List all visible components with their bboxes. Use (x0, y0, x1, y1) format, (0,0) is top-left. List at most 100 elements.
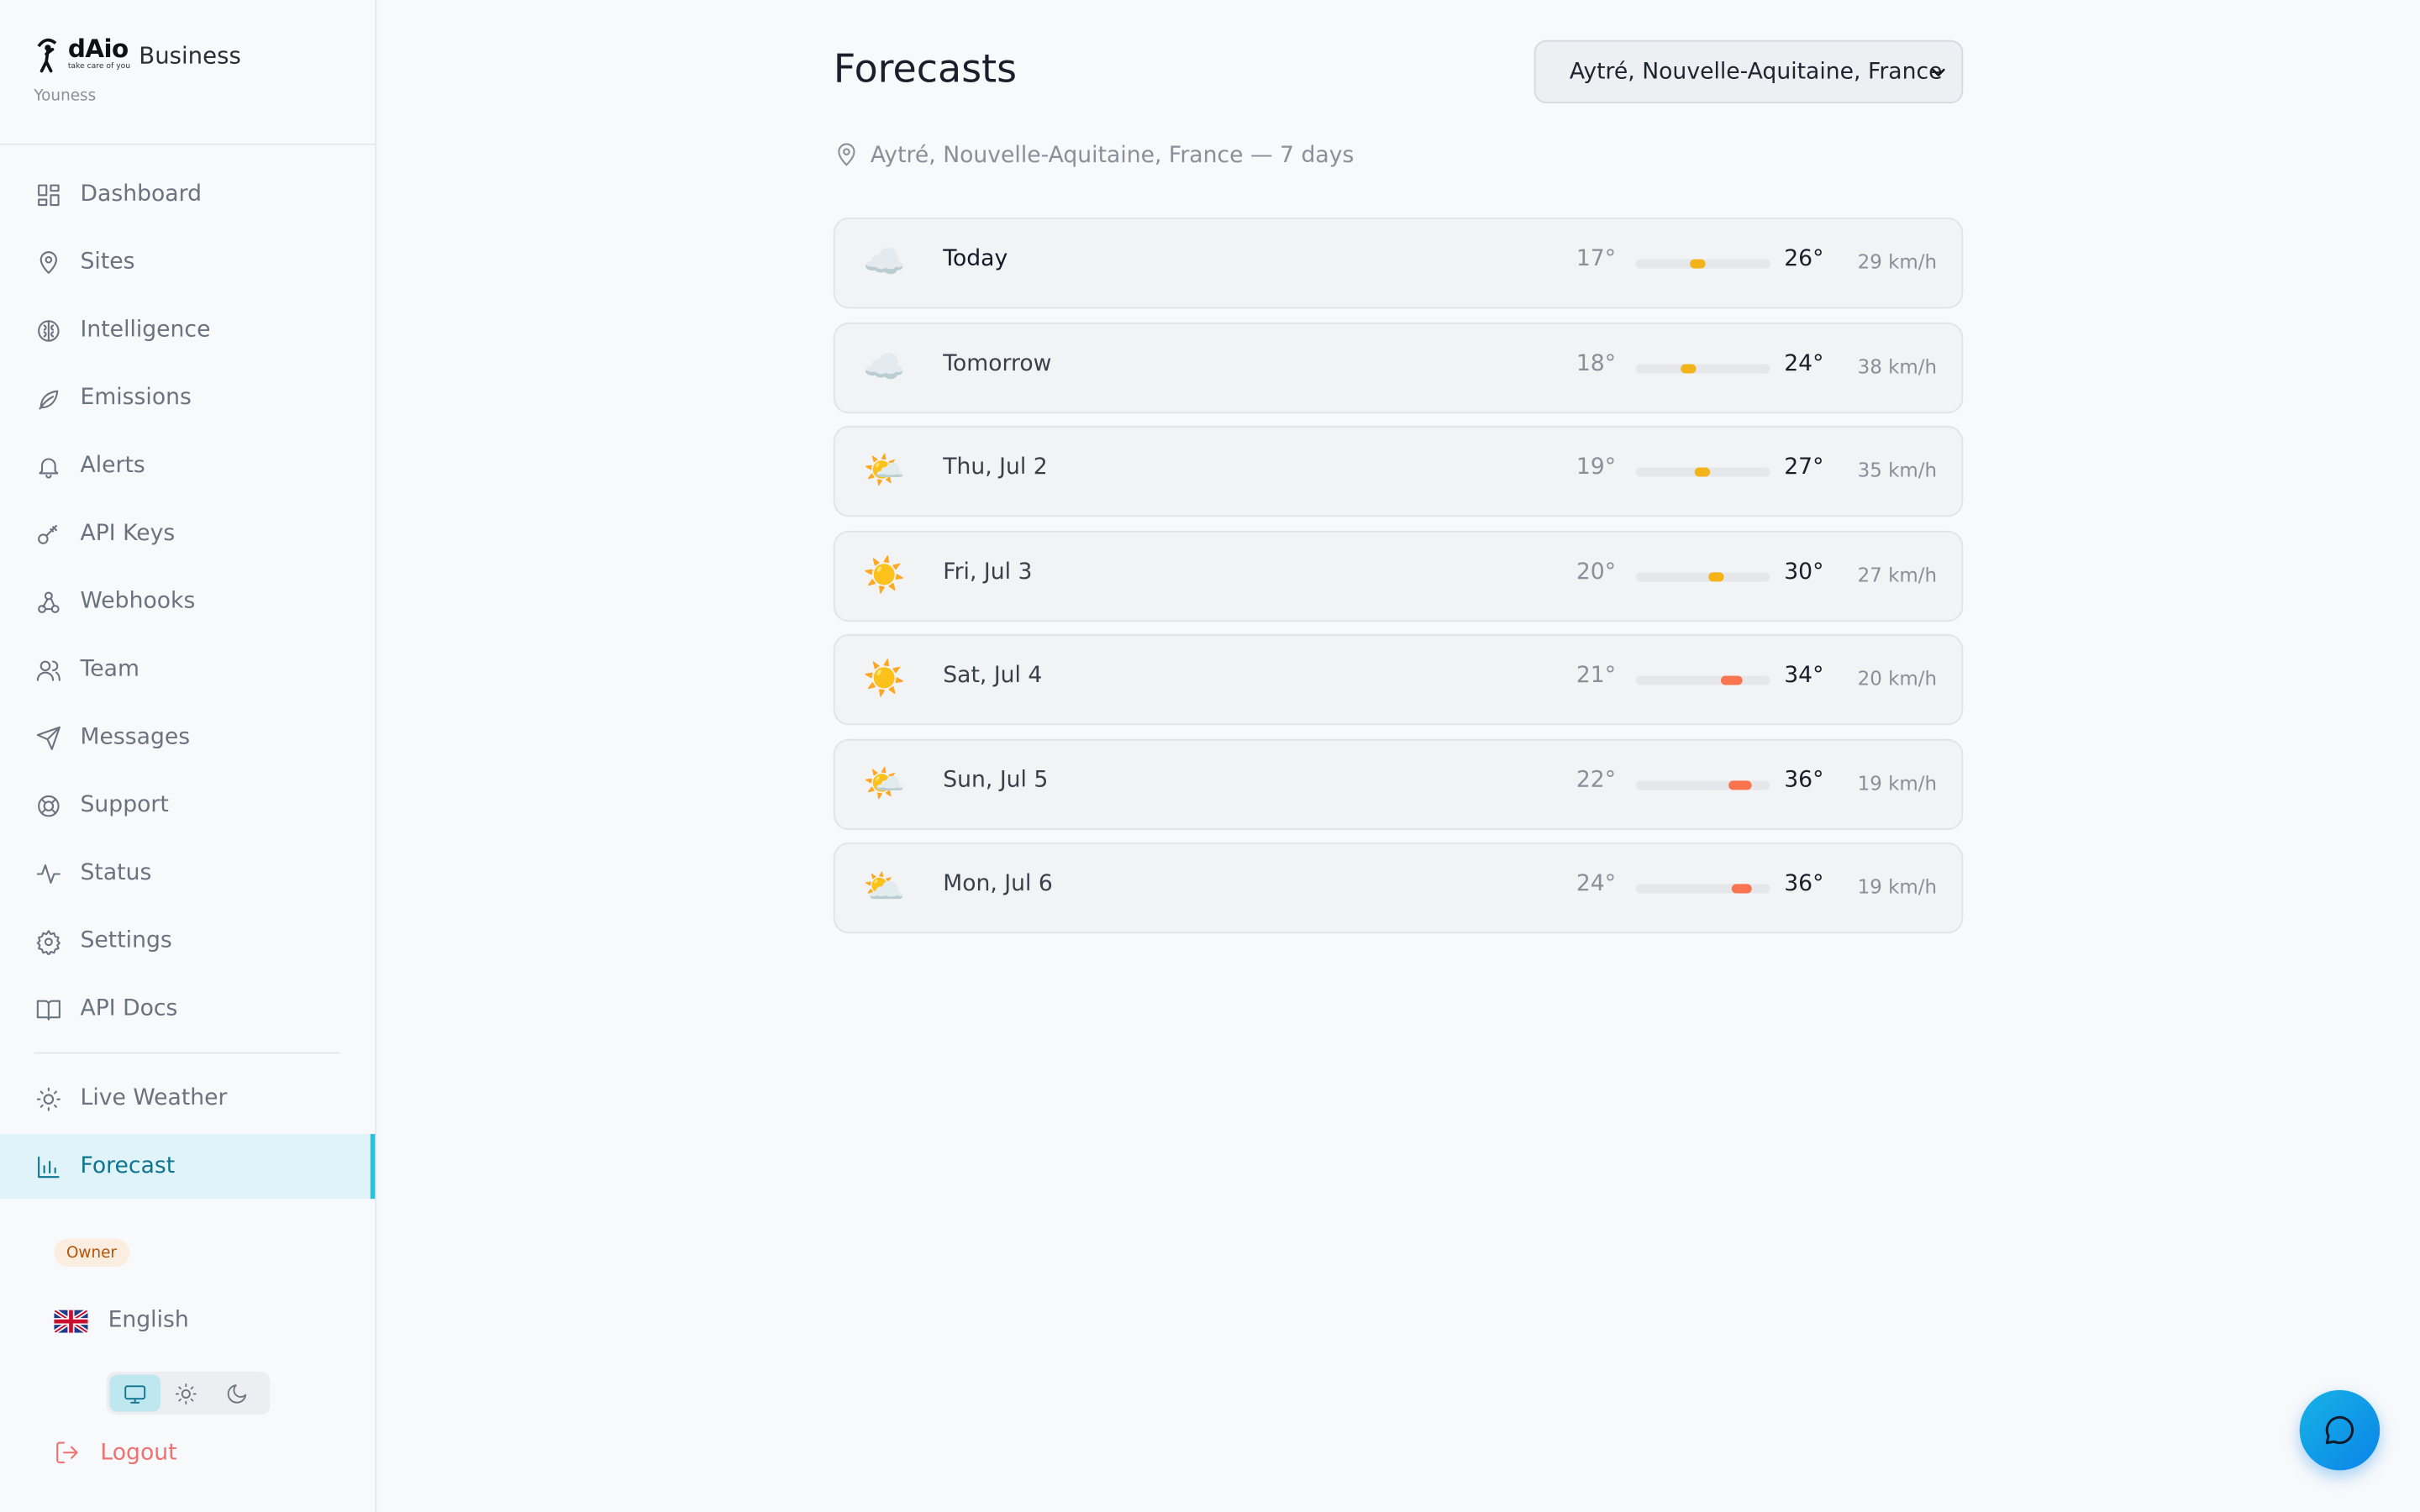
sidebar-item-label: Support (80, 793, 169, 818)
temp-high: 36° (1784, 871, 1824, 897)
forecast-day: Tomorrow (943, 350, 1052, 376)
forecast-row[interactable]: ☁️ Tomorrow 18° 24° 38 km/h (833, 321, 1964, 413)
language-selector[interactable]: English (54, 1308, 189, 1333)
sidebar-item-label: Emissions (80, 386, 192, 411)
wind-speed: 19 km/h (1857, 874, 1938, 898)
sidebar-item-label: Intelligence (80, 318, 211, 343)
sidebar-item-label: Team (80, 657, 139, 682)
map-pin-icon (34, 249, 61, 276)
forecast-day: Thu, Jul 2 (943, 454, 1048, 480)
sidebar-item-label: Live Weather (80, 1086, 228, 1111)
sidebar-item-forecast[interactable]: Forecast (0, 1133, 376, 1200)
wind-speed: 20 km/h (1857, 666, 1938, 690)
sidebar-item-messages[interactable]: Messages (0, 705, 375, 769)
wind-speed: 38 km/h (1857, 354, 1938, 378)
dAio-logo: dAio take care of you (34, 34, 131, 74)
sidebar-item-live-weather[interactable]: Live Weather (0, 1066, 375, 1131)
forecast-day: Sun, Jul 5 (943, 767, 1049, 793)
weather-icon: ☁️ (863, 348, 906, 387)
sidebar-item-status[interactable]: Status (0, 841, 375, 906)
forecast-day: Mon, Jul 6 (943, 871, 1053, 897)
weather-icon: 🌤️ (863, 452, 906, 491)
book-icon (34, 995, 61, 1023)
sidebar-item-label: Alerts (80, 453, 145, 479)
sidebar-item-api-keys[interactable]: API Keys (0, 501, 375, 566)
temp-range-bar (1635, 780, 1770, 790)
forecast-day: Sat, Jul 4 (943, 663, 1043, 689)
wind-speed: 27 km/h (1857, 562, 1938, 586)
sidebar-item-dashboard[interactable]: Dashboard (0, 162, 375, 227)
theme-toggle (106, 1371, 271, 1415)
sidebar-item-api-docs[interactable]: API Docs (0, 977, 375, 1042)
forecast-row[interactable]: 🌤️ Sun, Jul 5 22° 36° 19 km/h (833, 738, 1964, 830)
temp-range-bar (1635, 467, 1770, 477)
brand-name: Business (139, 41, 241, 70)
sun-icon (175, 1383, 197, 1404)
map-pin-icon (838, 143, 855, 166)
brand[interactable]: dAio take care of you Business Youness (34, 34, 358, 111)
webhook-icon (34, 588, 61, 616)
sidebar-item-emissions[interactable]: Emissions (0, 365, 375, 430)
wind-speed: 35 km/h (1857, 458, 1938, 482)
sun-icon (34, 1084, 61, 1112)
temp-low: 22° (1576, 767, 1617, 793)
weather-icon: ☀️ (863, 556, 906, 596)
forecast-day: Fri, Jul 3 (943, 559, 1033, 585)
location-select-value: Aytré, Nouvelle-Aquitaine, France (1569, 59, 1943, 85)
sidebar-item-label: Messages (80, 725, 191, 750)
temp-range-bar (1635, 884, 1770, 894)
forecast-subtitle: Aytré, Nouvelle-Aquitaine, France — 7 da… (834, 142, 1355, 168)
nav-divider (34, 1052, 340, 1054)
uk-flag-icon (54, 1309, 88, 1332)
temp-high: 24° (1784, 350, 1824, 376)
lifebuoy-icon (34, 791, 61, 819)
chevron-down-icon (1928, 61, 1949, 83)
logo-tagline: take care of you (67, 61, 131, 71)
language-label: English (108, 1308, 189, 1333)
temp-low: 17° (1576, 246, 1617, 272)
sidebar-item-label: API Docs (80, 996, 178, 1021)
forecast-row[interactable]: 🌤️ Thu, Jul 2 19° 27° 35 km/h (833, 425, 1964, 517)
theme-dark-button[interactable] (212, 1374, 263, 1411)
chat-button[interactable] (2299, 1389, 2381, 1471)
sidebar-item-label: Sites (80, 249, 135, 275)
temp-range-fill (1728, 780, 1752, 790)
sidebar: dAio take care of you Business Youness D… (0, 0, 377, 1512)
sidebar-item-alerts[interactable]: Alerts (0, 433, 375, 498)
temp-range-bar (1635, 571, 1770, 581)
temp-low: 20° (1576, 559, 1617, 585)
temp-low: 21° (1576, 663, 1617, 689)
location-select[interactable]: Aytré, Nouvelle-Aquitaine, France (1534, 39, 1964, 104)
forecast-day: Today (943, 246, 1008, 272)
sidebar-item-sites[interactable]: Sites (0, 230, 375, 295)
temp-range-fill (1732, 884, 1752, 894)
forecast-row[interactable]: ☀️ Sat, Jul 4 21° 34° 20 km/h (833, 633, 1964, 726)
temp-range-bar (1635, 675, 1770, 685)
sidebar-item-label: Status (80, 860, 152, 886)
logout-button[interactable]: Logout (54, 1440, 177, 1466)
theme-system-button[interactable] (109, 1374, 161, 1412)
forecast-row[interactable]: ☁️ Today 17° 26° 29 km/h (833, 217, 1964, 309)
sidebar-item-support[interactable]: Support (0, 773, 375, 837)
page-title: Forecasts (833, 46, 1018, 92)
subtitle-text: Aytré, Nouvelle-Aquitaine, France — 7 da… (870, 142, 1355, 168)
user-name: Youness (34, 87, 97, 105)
sidebar-item-webhooks[interactable]: Webhooks (0, 570, 375, 634)
forecast-row[interactable]: ☀️ Fri, Jul 3 20° 30° 27 km/h (833, 529, 1964, 622)
sidebar-item-intelligence[interactable]: Intelligence (0, 297, 375, 362)
temp-high: 34° (1784, 663, 1824, 689)
forecast-row[interactable]: ⛅ Mon, Jul 6 24° 36° 19 km/h (833, 842, 1964, 934)
logout-icon (56, 1441, 78, 1464)
gear-icon (34, 927, 61, 955)
sidebar-item-settings[interactable]: Settings (0, 909, 375, 974)
sidebar-item-label: Forecast (80, 1153, 176, 1179)
leaf-icon (34, 384, 61, 412)
sidebar-item-label: Dashboard (80, 181, 203, 207)
theme-light-button[interactable] (160, 1374, 212, 1411)
weather-icon: ☁️ (863, 244, 906, 283)
temp-high: 36° (1784, 767, 1824, 793)
sidebar-item-team[interactable]: Team (0, 638, 375, 702)
activity-icon (34, 859, 61, 887)
users-icon (34, 656, 61, 684)
dashboard-icon (34, 181, 61, 208)
